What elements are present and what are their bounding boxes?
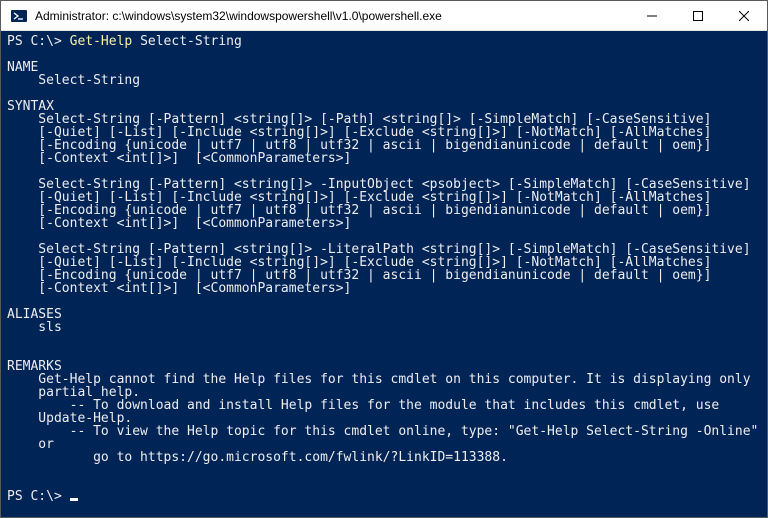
cursor — [70, 498, 78, 501]
syntax-line: [-Context <int[]>] [<CommonParameters>] — [7, 216, 351, 231]
terminal-area[interactable]: PS C:\> Get-Help Select-String NAME Sele… — [1, 31, 767, 517]
titlebar[interactable]: Administrator: c:\windows\system32\windo… — [1, 1, 767, 31]
prompt: PS C:\> — [7, 489, 62, 504]
remarks-line: -- To view the Help topic for this cmdle… — [7, 424, 758, 439]
close-button[interactable] — [721, 1, 767, 30]
prompt: PS C:\> — [7, 34, 62, 49]
window-title: Administrator: c:\windows\system32\windo… — [35, 9, 629, 23]
powershell-icon — [9, 6, 29, 26]
cmd-arg: Select-String — [140, 34, 242, 49]
maximize-button[interactable] — [675, 1, 721, 30]
syntax-line: [-Context <int[]>] [<CommonParameters>] — [7, 151, 351, 166]
syntax-line: [-Context <int[]>] [<CommonParameters>] — [7, 281, 351, 296]
powershell-window: Administrator: c:\windows\system32\windo… — [0, 0, 768, 518]
window-controls — [629, 1, 767, 30]
cmd-action: Get-Help — [70, 34, 133, 49]
aliases-value: sls — [7, 320, 62, 335]
name-value: Select-String — [7, 73, 140, 88]
remarks-line: go to https://go.microsoft.com/fwlink/?L… — [7, 450, 508, 465]
minimize-button[interactable] — [629, 1, 675, 30]
